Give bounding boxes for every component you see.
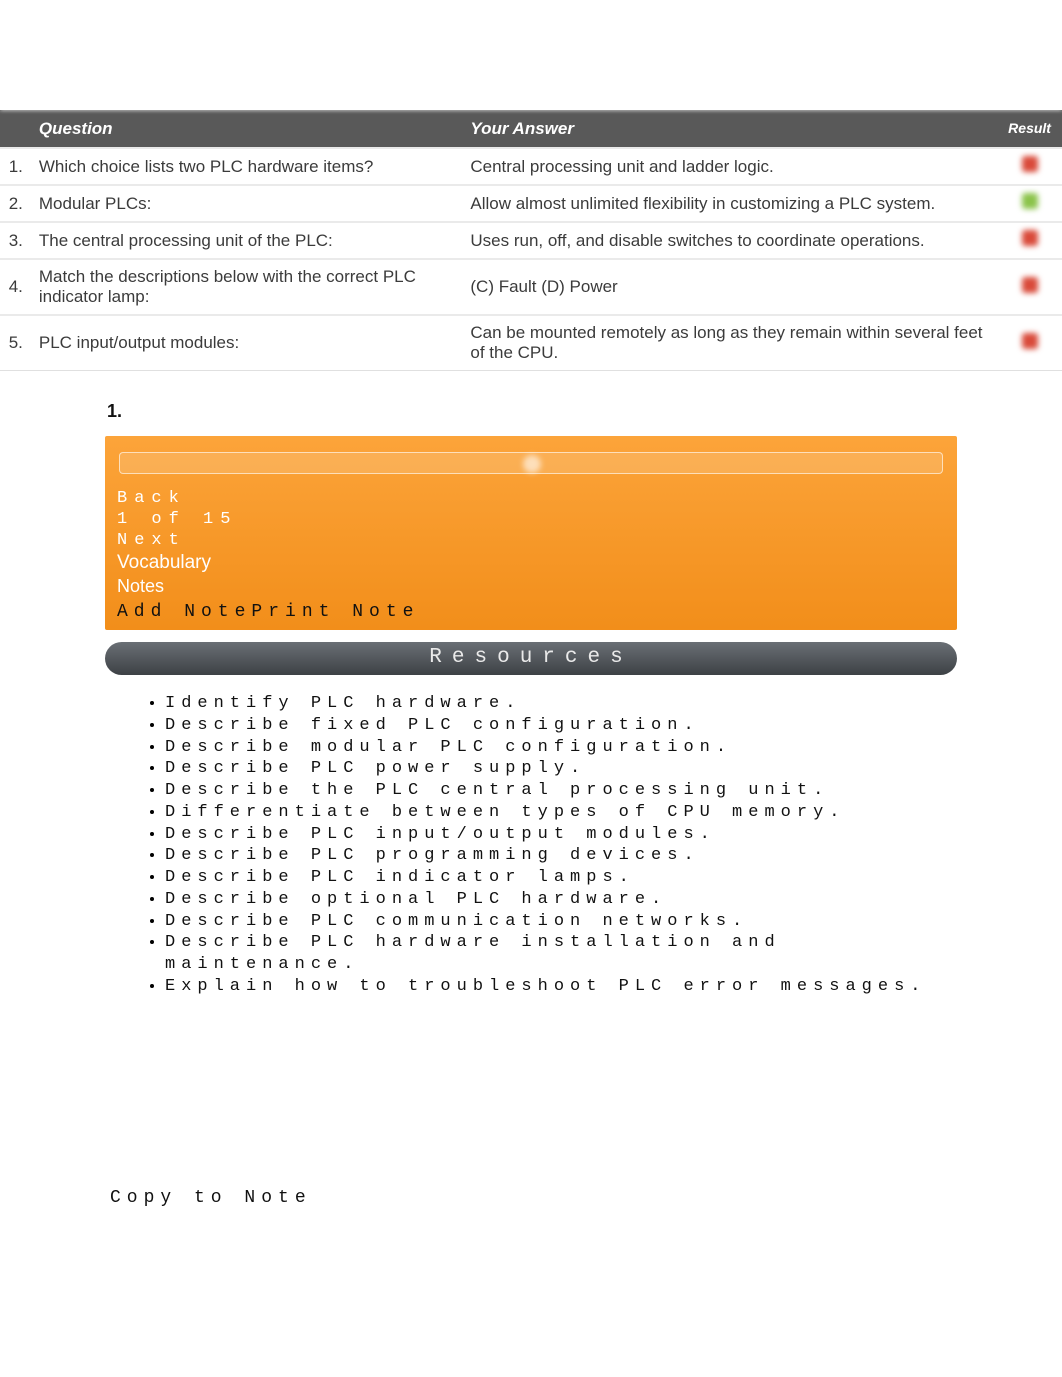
row-number: 3. [0, 222, 29, 259]
list-item: Explain how to troubleshoot PLC error me… [165, 976, 957, 998]
correct-icon [1022, 193, 1038, 209]
row-question: Modular PLCs: [29, 185, 460, 222]
bottom-blur-region [0, 1208, 1062, 1348]
results-table-body: 1.Which choice lists two PLC hardware it… [0, 148, 1062, 371]
incorrect-icon [1022, 277, 1038, 293]
list-item: Describe PLC communication networks. [165, 911, 957, 933]
table-row: 5.PLC input/output modules:Can be mounte… [0, 315, 1062, 371]
list-item: Describe PLC input/output modules. [165, 824, 957, 846]
row-result [997, 315, 1062, 371]
row-answer: Central processing unit and ladder logic… [460, 148, 997, 185]
row-question: Which choice lists two PLC hardware item… [29, 148, 460, 185]
col-result-header: Result [997, 111, 1062, 149]
col-question-header: Question [29, 111, 460, 149]
back-button[interactable]: Back [115, 488, 947, 509]
row-result [997, 222, 1062, 259]
list-item: Differentiate between types of CPU memor… [165, 802, 957, 824]
top-blur-region [0, 0, 1062, 110]
incorrect-icon [1022, 156, 1038, 172]
copy-to-note-button[interactable]: Copy to Note [0, 1038, 1062, 1208]
col-answer-header: Your Answer [460, 111, 997, 149]
list-item: Describe PLC hardware installation and m… [165, 932, 957, 976]
col-num-header [0, 111, 29, 149]
row-number: 2. [0, 185, 29, 222]
row-number: 4. [0, 259, 29, 315]
table-row: 3.The central processing unit of the PLC… [0, 222, 1062, 259]
row-number: 1. [0, 148, 29, 185]
list-item: Describe PLC programming devices. [165, 845, 957, 867]
row-result [997, 259, 1062, 315]
note-actions-row: Add NotePrint Note [115, 598, 947, 624]
row-number: 5. [0, 315, 29, 371]
list-item: Describe optional PLC hardware. [165, 889, 957, 911]
list-item: Identify PLC hardware. [165, 693, 957, 715]
results-table: Question Your Answer Result 1.Which choi… [0, 110, 1062, 371]
incorrect-icon [1022, 230, 1038, 246]
item-number: 1. [107, 401, 957, 422]
next-button[interactable]: Next [115, 530, 947, 551]
row-question: Match the descriptions below with the co… [29, 259, 460, 315]
incorrect-icon [1022, 333, 1038, 349]
table-row: 2.Modular PLCs:Allow almost unlimited fl… [0, 185, 1062, 222]
vocabulary-link[interactable]: Vocabulary [115, 551, 947, 575]
list-item: Describe modular PLC configuration. [165, 737, 957, 759]
print-note-button[interactable]: Print Note [251, 602, 419, 622]
lesson-nav-panel: Back 1 of 15 Next Vocabulary Notes Add N… [105, 436, 957, 630]
add-note-button[interactable]: Add Note [117, 602, 251, 622]
progress-bar[interactable] [119, 452, 943, 474]
pager-label: 1 of 15 [115, 509, 947, 530]
row-answer: Uses run, off, and disable switches to c… [460, 222, 997, 259]
row-answer: Allow almost unlimited flexibility in cu… [460, 185, 997, 222]
resources-header[interactable]: Resources [105, 642, 957, 675]
list-item: Describe PLC indicator lamps. [165, 867, 957, 889]
row-question: The central processing unit of the PLC: [29, 222, 460, 259]
row-answer: (C) Fault (D) Power [460, 259, 997, 315]
list-item: Describe the PLC central processing unit… [165, 780, 957, 802]
list-item: Describe fixed PLC configuration. [165, 715, 957, 737]
lesson-panel-wrap: 1. Back 1 of 15 Next Vocabulary Notes Ad… [0, 371, 1062, 640]
table-row: 4.Match the descriptions below with the … [0, 259, 1062, 315]
table-row: 1.Which choice lists two PLC hardware it… [0, 148, 1062, 185]
progress-handle-icon[interactable] [523, 455, 541, 473]
list-item: Describe PLC power supply. [165, 758, 957, 780]
objectives-section: Identify PLC hardware.Describe fixed PLC… [0, 675, 1062, 1038]
row-result [997, 148, 1062, 185]
row-result [997, 185, 1062, 222]
row-answer: Can be mounted remotely as long as they … [460, 315, 997, 371]
objectives-list: Identify PLC hardware.Describe fixed PLC… [105, 693, 957, 998]
notes-link[interactable]: Notes [115, 575, 947, 598]
row-question: PLC input/output modules: [29, 315, 460, 371]
